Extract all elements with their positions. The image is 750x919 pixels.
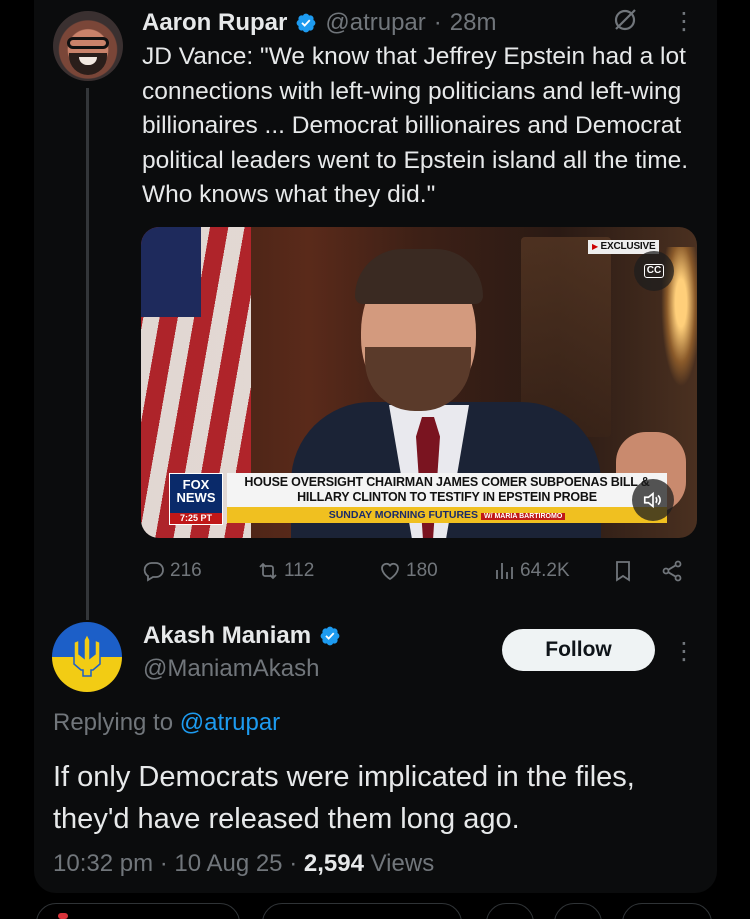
tweet2-date[interactable]: 10 Aug 25 bbox=[174, 850, 282, 877]
views-count: 64.2K bbox=[520, 560, 570, 581]
replying-prefix: Replying to bbox=[53, 709, 174, 736]
bookmark-icon bbox=[616, 561, 630, 582]
views-icon bbox=[496, 563, 513, 579]
tweet1-text: JD Vance: "We know that Jeffrey Epstein … bbox=[142, 43, 689, 208]
tweet1-separator: · bbox=[433, 9, 442, 36]
like-icon bbox=[381, 562, 399, 581]
tweet2-time[interactable]: 10:32 pm bbox=[53, 850, 153, 877]
meta-separator: · bbox=[159, 850, 168, 877]
exclusive-label: EXCLUSIVE bbox=[600, 241, 656, 252]
bottom-action-pill[interactable] bbox=[262, 903, 462, 919]
tweet1-header: Aaron Rupar @atrupar · 28m bbox=[142, 6, 496, 40]
more-icon[interactable]: ⋮ bbox=[672, 637, 696, 665]
replying-mention[interactable]: @atrupar bbox=[180, 709, 280, 736]
repost-action[interactable]: 112 bbox=[256, 555, 314, 587]
follow-button[interactable]: Follow bbox=[502, 629, 655, 671]
like-count: 180 bbox=[406, 560, 438, 581]
meta-separator: · bbox=[289, 850, 298, 877]
verified-badge-icon bbox=[296, 13, 316, 33]
ticker-show: SUNDAY MORNING FUTURES bbox=[328, 509, 479, 521]
tweet1-actions: 216 112 180 64.2K bbox=[142, 555, 697, 587]
reply-action[interactable]: 216 bbox=[142, 555, 202, 587]
more-icon[interactable]: ⋮ bbox=[672, 10, 696, 34]
tweet1-video[interactable]: ▶ EXCLUSIVE CC FOX NEWS 7:25 PT HOUSE OV… bbox=[141, 227, 697, 538]
trident-emblem bbox=[73, 632, 101, 677]
tweet2-text: If only Democrats were implicated in the… bbox=[53, 761, 635, 835]
network-logo-text: FOX NEWS bbox=[176, 477, 216, 505]
tweet2-meta: 10:32 pm · 10 Aug 25 · 2,594 Views bbox=[53, 850, 434, 878]
reply-icon bbox=[143, 562, 164, 582]
news-headline: HOUSE OVERSIGHT CHAIRMAN JAMES COMER SUB… bbox=[227, 473, 667, 507]
volume-icon bbox=[643, 491, 661, 509]
tweet1-time[interactable]: 28m bbox=[450, 9, 497, 37]
bottom-action-pill[interactable] bbox=[486, 903, 534, 919]
bookmark-action[interactable] bbox=[611, 555, 635, 587]
fox-news-logo: FOX NEWS 7:25 PT bbox=[169, 473, 223, 525]
tweet2-header: Akash Maniam bbox=[143, 622, 341, 650]
cc-icon: CC bbox=[643, 264, 665, 278]
bottom-action-pill[interactable] bbox=[622, 903, 712, 919]
tweet2-author-name[interactable]: Akash Maniam bbox=[143, 622, 311, 650]
repost-icon bbox=[259, 562, 277, 580]
tweet1-author-name[interactable]: Aaron Rupar bbox=[142, 9, 287, 37]
cc-button[interactable]: CC bbox=[634, 251, 674, 291]
verified-badge-icon bbox=[320, 626, 340, 646]
news-lower-third: FOX NEWS 7:25 PT HOUSE OVERSIGHT CHAIRMA… bbox=[169, 473, 669, 527]
grok-icon[interactable] bbox=[612, 7, 638, 33]
reply-count: 216 bbox=[170, 560, 202, 581]
like-action[interactable]: 180 bbox=[378, 555, 438, 587]
tweet2-views-count: 2,594 bbox=[303, 850, 364, 877]
avatar-akash-maniam[interactable] bbox=[52, 622, 122, 692]
thread-connector-line bbox=[86, 88, 89, 620]
bottom-action-pill[interactable] bbox=[554, 903, 602, 919]
news-ticker: SUNDAY MORNING FUTURES W/ MARIA BARTIROM… bbox=[227, 507, 667, 523]
share-action[interactable] bbox=[660, 555, 684, 587]
time-chip: 7:25 PT bbox=[170, 513, 222, 524]
tweet2-views-label: Views bbox=[370, 850, 435, 877]
red-indicator bbox=[58, 913, 68, 919]
ticker-host: W/ MARIA BARTIROMO bbox=[480, 513, 566, 520]
tweet2-handle[interactable]: @ManiamAkash bbox=[143, 655, 319, 683]
repost-count: 112 bbox=[284, 560, 315, 581]
share-icon bbox=[662, 560, 682, 582]
avatar-aaron-rupar[interactable] bbox=[53, 11, 123, 81]
views-action[interactable]: 64.2K bbox=[492, 555, 570, 587]
replying-to: Replying to @atrupar bbox=[53, 709, 280, 737]
tweet1-handle[interactable]: @atrupar bbox=[325, 9, 425, 37]
volume-button[interactable] bbox=[632, 479, 674, 521]
